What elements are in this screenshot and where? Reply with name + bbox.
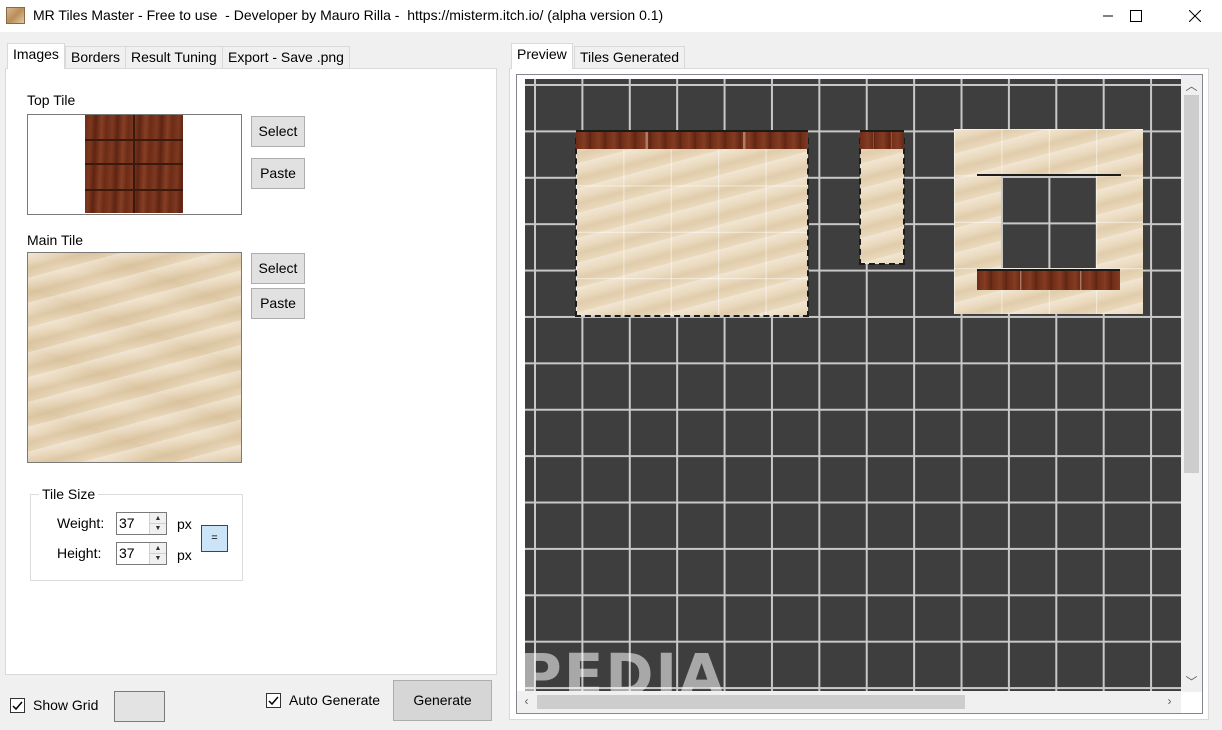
weight-value: 37 [119, 515, 135, 531]
checkmark-icon [12, 701, 23, 711]
top-tile-paste-button[interactable]: Paste [251, 158, 305, 189]
grid-color-swatch[interactable] [114, 691, 165, 722]
preview-canvas-area[interactable]: SOFTPEDIA [516, 74, 1203, 714]
show-grid-label[interactable]: Show Grid [33, 697, 98, 713]
window-title: MR Tiles Master - Free to use - Develope… [33, 7, 664, 23]
preview-frame-edge [977, 174, 1121, 176]
close-icon [1189, 10, 1201, 22]
main-tile-paste-button[interactable]: Paste [251, 288, 305, 319]
close-button[interactable] [1172, 0, 1218, 32]
preview-bottom-border-frame [977, 269, 1120, 290]
main-tile-image [28, 253, 241, 462]
tile-size-legend: Tile Size [39, 486, 99, 502]
equal-size-button[interactable]: = [201, 525, 228, 552]
auto-generate-label[interactable]: Auto Generate [289, 692, 380, 708]
spin-down-icon[interactable]: ▼ [150, 553, 166, 563]
maximize-icon [1130, 10, 1142, 22]
weight-input[interactable]: 37 ▲ ▼ [116, 512, 167, 535]
app-window: MR Tiles Master - Free to use - Develope… [0, 0, 1222, 730]
preview-grid[interactable] [525, 79, 1181, 691]
app-icon [6, 7, 25, 24]
tab-preview[interactable]: Preview [511, 43, 573, 69]
height-spinner[interactable]: ▲ ▼ [149, 543, 166, 564]
weight-spinner[interactable]: ▲ ▼ [149, 513, 166, 534]
vertical-scrollbar[interactable]: ︿ ﹀ [1181, 75, 1202, 692]
horizontal-scroll-thumb[interactable] [537, 695, 965, 709]
height-value: 37 [119, 545, 135, 561]
spin-up-icon[interactable]: ▲ [150, 543, 166, 553]
spin-up-icon[interactable]: ▲ [150, 513, 166, 523]
tab-result-tuning[interactable]: Result Tuning [125, 46, 223, 69]
horizontal-scrollbar[interactable]: ‹ › [517, 691, 1181, 713]
preview-top-border-large [576, 130, 808, 149]
height-unit: px [177, 547, 192, 563]
spin-down-icon[interactable]: ▼ [150, 523, 166, 533]
maximize-button[interactable] [1113, 0, 1159, 32]
tab-images[interactable]: Images [7, 43, 65, 69]
top-tile-select-button[interactable]: Select [251, 116, 305, 147]
images-panel: Top Tile Select Paste Main Tile Select P… [5, 68, 497, 675]
preview-frame-inner [1001, 176, 1096, 268]
tab-tiles-generated[interactable]: Tiles Generated [574, 46, 686, 69]
height-input[interactable]: 37 ▲ ▼ [116, 542, 167, 565]
show-grid-checkbox[interactable] [10, 698, 25, 713]
main-tile-image-box [27, 252, 242, 463]
title-bar: MR Tiles Master - Free to use - Develope… [0, 0, 1222, 32]
generate-button[interactable]: Generate [393, 680, 492, 721]
tab-borders[interactable]: Borders [65, 46, 127, 69]
tile-size-group: Tile Size Weight: 37 ▲ ▼ px Height: 37 ▲… [30, 486, 243, 581]
checkmark-icon [268, 696, 279, 706]
weight-label: Weight: [57, 515, 105, 531]
height-label: Height: [57, 545, 102, 561]
vertical-scroll-thumb[interactable] [1184, 95, 1199, 473]
scroll-right-icon[interactable]: › [1161, 694, 1178, 708]
top-tile-image [85, 115, 183, 213]
scroll-down-icon[interactable]: ﹀ [1183, 673, 1200, 690]
scroll-left-icon[interactable]: ‹ [518, 694, 535, 708]
preview-top-border-narrow [860, 130, 904, 149]
main-tile-select-button[interactable]: Select [251, 253, 305, 284]
preview-tile-block-narrow [859, 138, 905, 265]
preview-tile-block-large [575, 138, 809, 317]
top-tile-label: Top Tile [27, 92, 76, 108]
top-tile-image-box [27, 114, 242, 215]
auto-generate-checkbox[interactable] [266, 693, 281, 708]
scroll-up-icon[interactable]: ︿ [1183, 77, 1200, 94]
weight-unit: px [177, 516, 192, 532]
main-tile-label: Main Tile [27, 232, 84, 248]
tab-export[interactable]: Export - Save .png [222, 46, 350, 69]
